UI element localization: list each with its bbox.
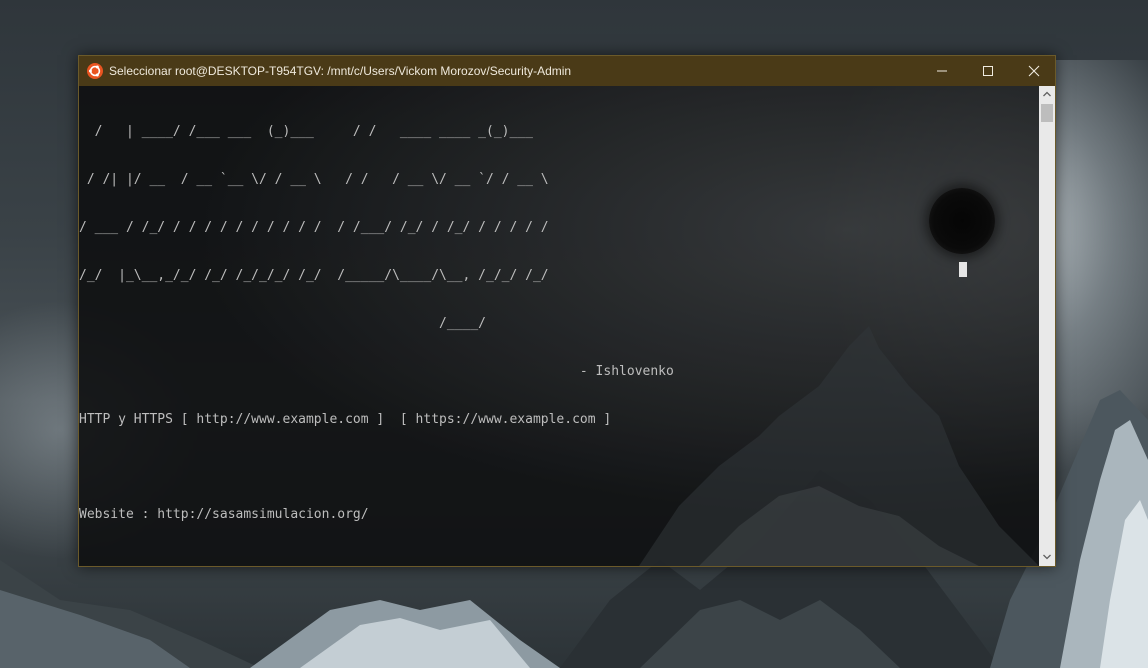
terminal-output: / | ____/ /___ ___ (_)___ / / ____ ____ …: [79, 92, 916, 566]
website-line: Website : http://sasamsimulacion.org/: [79, 507, 369, 522]
banner-line: / | ____/ /___ ___ (_)___ / / ____ ____ …: [79, 124, 541, 139]
banner-line: / /| |/ __ / __ `__ \/ / __ \ / / / __ \…: [79, 172, 549, 187]
text-cursor: [959, 262, 967, 277]
close-icon: [1028, 65, 1040, 77]
scroll-up-button[interactable]: [1039, 86, 1055, 103]
https-line: HTTP y HTTPS [ http://www.example.com ] …: [79, 412, 612, 427]
banner-line: / ___ / /_/ / / / / / / / / / / / /___/ …: [79, 220, 549, 235]
close-button[interactable]: [1011, 56, 1057, 86]
maximize-icon: [983, 66, 993, 76]
vertical-scrollbar[interactable]: [1039, 86, 1055, 566]
minimize-icon: [937, 70, 947, 72]
terminal-window[interactable]: Seleccionar root@DESKTOP-T954TGV: /mnt/c…: [78, 55, 1056, 567]
eclipse-sun: [929, 188, 995, 254]
chevron-up-icon: [1043, 91, 1051, 97]
window-title: Seleccionar root@DESKTOP-T954TGV: /mnt/c…: [109, 64, 572, 78]
terminal-console[interactable]: / | ____/ /___ ___ (_)___ / / ____ ____ …: [79, 86, 1039, 566]
banner-line: /_/ |_\__,_/_/ /_/ /_/_/_/ /_/ /_____/\_…: [79, 268, 557, 283]
scroll-down-button[interactable]: [1039, 549, 1055, 566]
chevron-down-icon: [1043, 554, 1051, 560]
ubuntu-icon: [87, 63, 103, 79]
minimize-button[interactable]: [919, 56, 965, 86]
title-bar[interactable]: Seleccionar root@DESKTOP-T954TGV: /mnt/c…: [79, 56, 1055, 86]
scroll-thumb[interactable]: [1041, 104, 1053, 122]
signature-line: - Ishlovenko: [79, 364, 674, 379]
maximize-button[interactable]: [965, 56, 1011, 86]
banner-line: /____/: [79, 316, 549, 331]
